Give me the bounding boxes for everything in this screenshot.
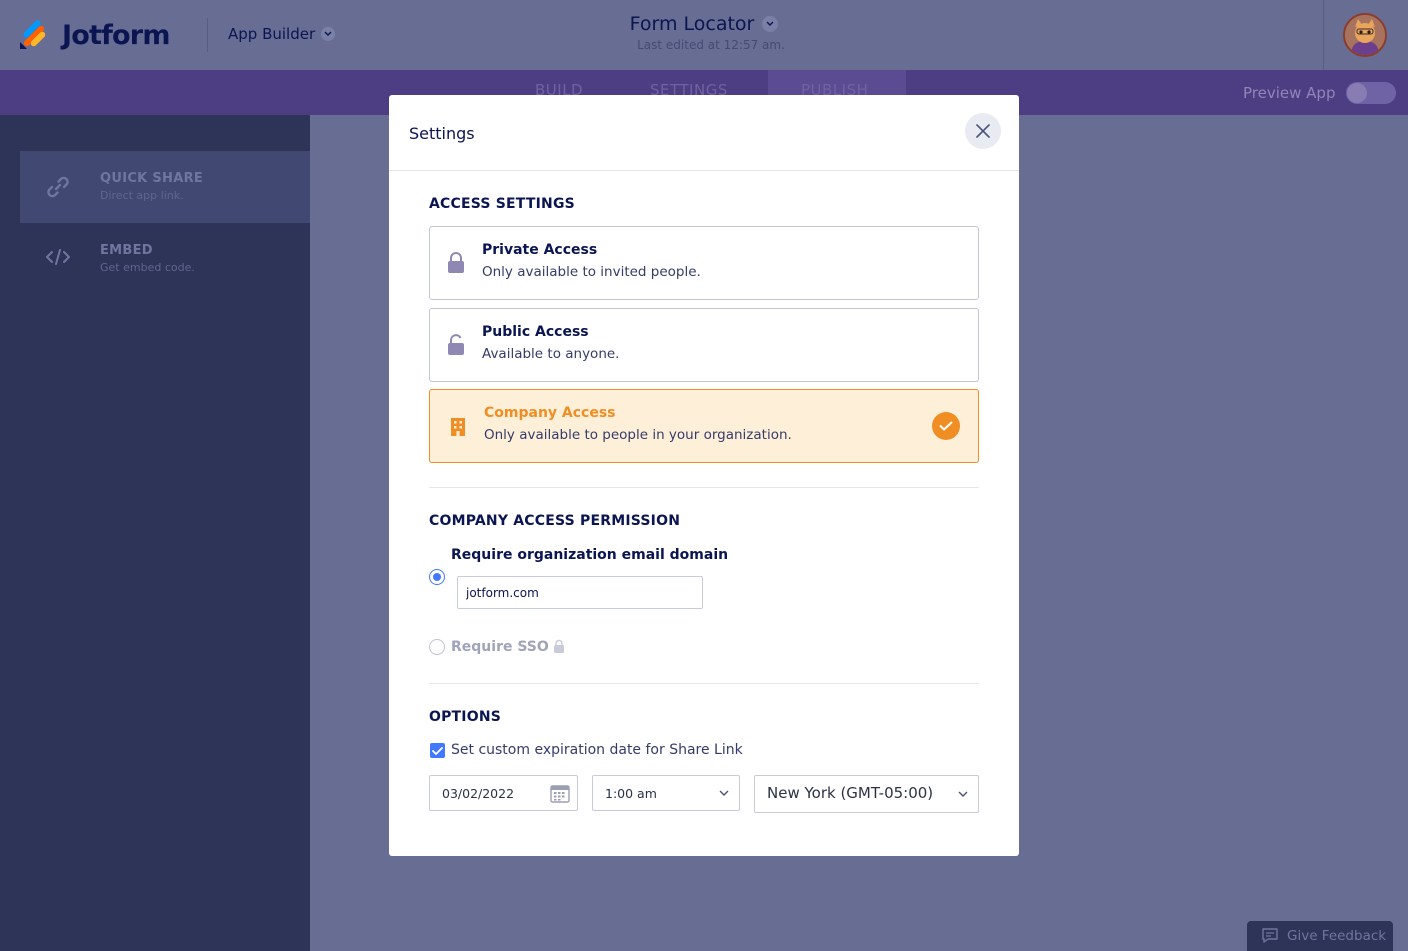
divider	[429, 683, 979, 684]
toggle-knob	[1347, 83, 1367, 103]
divider	[429, 487, 979, 488]
avatar[interactable]	[1343, 13, 1387, 57]
link-icon	[47, 176, 69, 198]
settings-modal: Settings ACCESS SETTINGS Private Access …	[389, 95, 1019, 856]
lock-icon	[554, 639, 564, 653]
require-sso-label: Require SSO	[451, 639, 549, 655]
options-heading: OPTIONS	[429, 709, 502, 725]
close-icon	[976, 124, 990, 138]
option-description: Available to anyone.	[482, 346, 620, 362]
option-title: Public Access	[482, 324, 589, 340]
form-title-dropdown[interactable]: Form Locator	[630, 13, 779, 35]
lock-icon	[448, 252, 464, 273]
selected-check-icon	[932, 412, 960, 440]
company-access-option[interactable]: Company Access Only available to people …	[429, 389, 979, 463]
option-title: Private Access	[482, 242, 598, 258]
chevron-down-icon	[762, 16, 779, 32]
close-button[interactable]	[965, 113, 1001, 149]
date-value: 03/02/2022	[442, 786, 515, 801]
public-access-option[interactable]: Public Access Available to anyone.	[429, 308, 979, 382]
sidebar-item-subtitle: Direct app link.	[100, 189, 184, 202]
last-edited-text: Last edited at 12:57 am.	[637, 38, 785, 52]
avatar-image	[1345, 15, 1385, 55]
form-title: Form Locator	[629, 13, 755, 35]
code-icon	[46, 249, 70, 265]
feedback-icon	[1262, 928, 1278, 943]
chevron-down-icon	[958, 791, 968, 797]
company-access-permission-heading: COMPANY ACCESS PERMISSION	[429, 513, 681, 529]
expiration-label: Set custom expiration date for Share Lin…	[451, 742, 743, 758]
option-description: Only available to invited people.	[482, 264, 701, 280]
feedback-label: Give Feedback	[1287, 928, 1387, 944]
give-feedback-button[interactable]: Give Feedback	[1247, 921, 1393, 951]
time-value: 1:00 am	[605, 786, 657, 801]
header-divider	[1323, 0, 1324, 70]
publish-sidebar: QUICK SHARE Direct app link. EMBED Get e…	[0, 115, 310, 951]
calendar-icon[interactable]	[550, 784, 570, 803]
building-icon	[451, 418, 465, 436]
require-domain-label: Require organization email domain	[451, 547, 729, 563]
chevron-down-icon	[719, 790, 729, 796]
sidebar-item-quick-share[interactable]: QUICK SHARE Direct app link.	[20, 151, 310, 223]
sidebar-item-subtitle: Get embed code.	[100, 261, 195, 274]
preview-app-label: Preview App	[1243, 84, 1336, 102]
access-settings-heading: ACCESS SETTINGS	[429, 196, 575, 212]
unlock-icon	[448, 334, 464, 355]
email-domain-input[interactable]	[457, 576, 703, 609]
form-title-area: Form Locator Last edited at 12:57 am.	[0, 13, 1408, 52]
option-title: Company Access	[484, 405, 616, 421]
modal-header: Settings	[389, 95, 1019, 171]
sidebar-item-embed[interactable]: EMBED Get embed code.	[20, 223, 310, 295]
sidebar-item-title: EMBED	[100, 243, 153, 258]
preview-app-toggle[interactable]	[1346, 82, 1396, 104]
option-description: Only available to people in your organiz…	[484, 427, 792, 443]
require-domain-radio[interactable]	[429, 569, 445, 585]
modal-title: Settings	[409, 124, 475, 143]
timezone-select[interactable]: New York (GMT-05:00)	[754, 775, 979, 813]
sidebar-item-title: QUICK SHARE	[100, 171, 204, 186]
timezone-value: New York (GMT-05:00)	[767, 784, 934, 802]
expiration-date-field[interactable]: 03/02/2022	[429, 775, 578, 811]
private-access-option[interactable]: Private Access Only available to invited…	[429, 226, 979, 300]
expiration-checkbox[interactable]	[430, 743, 445, 758]
require-sso-radio[interactable]	[429, 639, 445, 655]
expiration-time-select[interactable]: 1:00 am	[592, 775, 740, 811]
top-bar: Jotform App Builder Form Locator Last ed…	[0, 0, 1408, 70]
checkmark-icon	[432, 746, 443, 755]
